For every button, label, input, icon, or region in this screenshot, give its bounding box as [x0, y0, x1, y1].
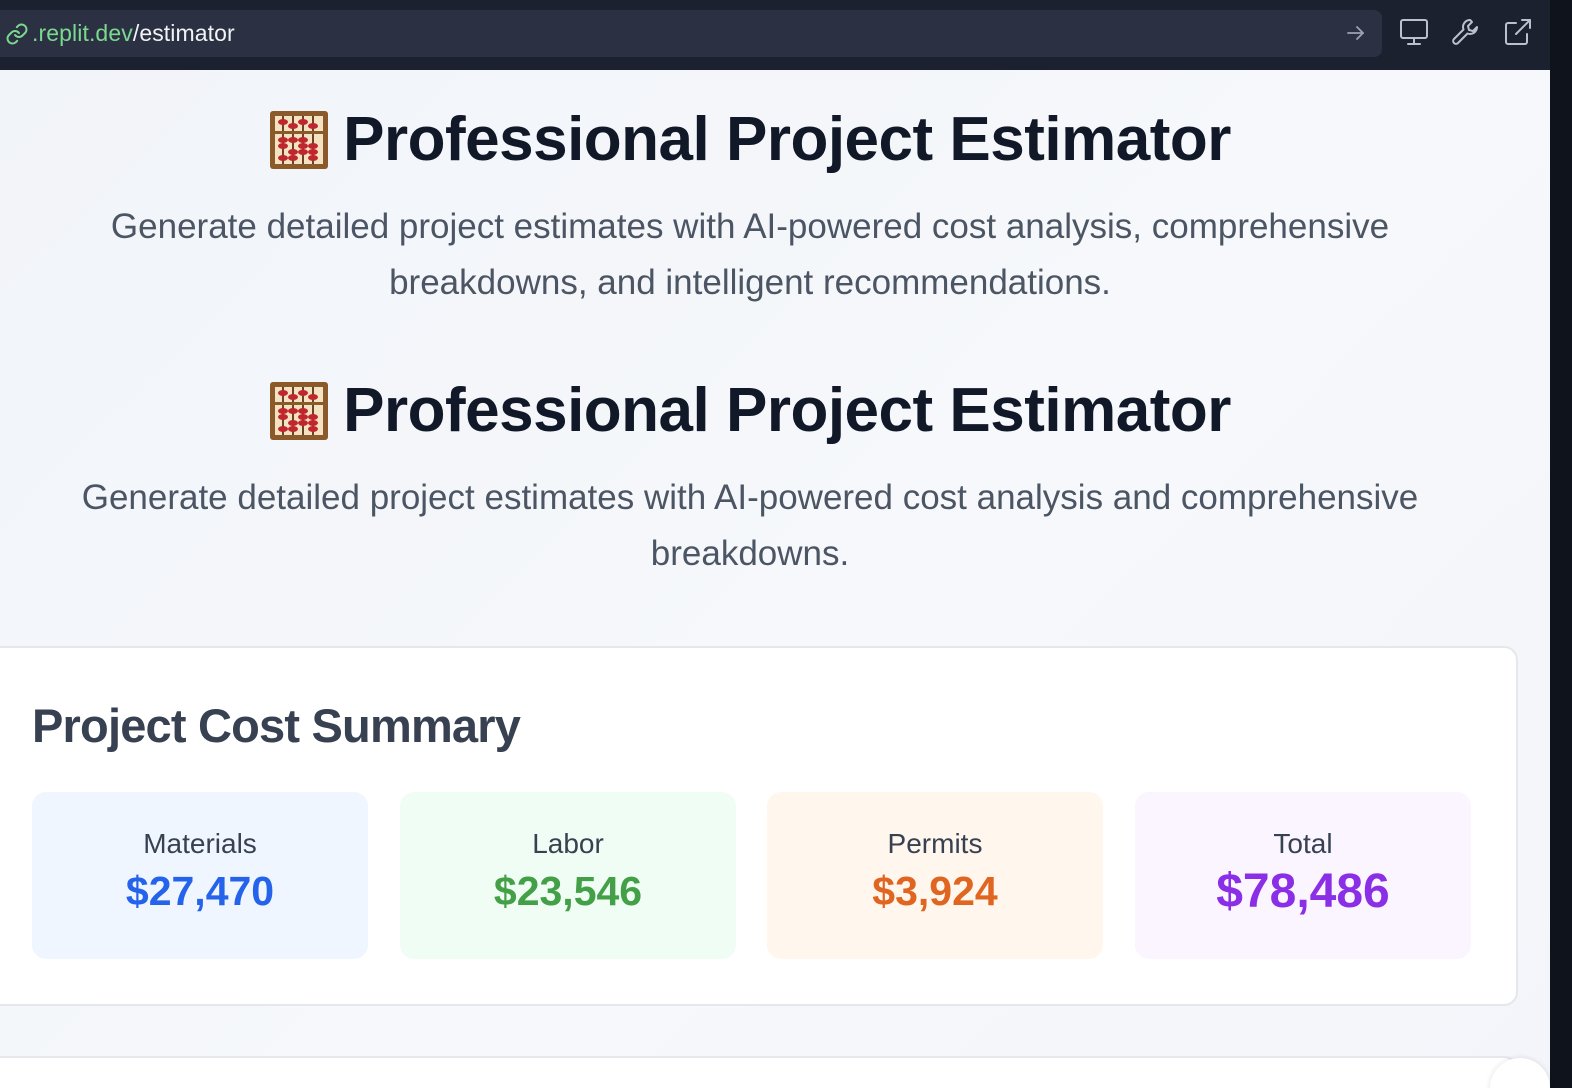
abacus-icon [270, 110, 329, 169]
materials-label: Materials [143, 828, 257, 859]
link-icon [4, 21, 30, 47]
hero-secondary: Professional Project Estimator Generate … [0, 375, 1500, 582]
section-title-text: Professional Project Estimator [343, 376, 1231, 445]
materials-tile: Materials $27,470 [32, 792, 368, 959]
wrench-icon[interactable] [1450, 16, 1482, 48]
estimator-page: Professional Project Estimator Generate … [0, 70, 1550, 1088]
external-link-icon[interactable] [1502, 16, 1534, 48]
hero-primary: Professional Project Estimator Generate … [0, 104, 1500, 311]
arrow-right-icon[interactable] [1344, 21, 1368, 45]
page-title: Professional Project Estimator [0, 104, 1500, 175]
labor-label: Labor [532, 828, 604, 859]
total-label: Total [1273, 828, 1333, 859]
section-title: Professional Project Estimator [0, 375, 1500, 446]
materials-value: $27,470 [125, 868, 275, 914]
labor-value: $23,546 [493, 868, 643, 914]
desktop-icon[interactable] [1398, 16, 1430, 48]
browser-toolbar: .replit.dev/estimator [0, 0, 1550, 70]
cost-summary-title: Project Cost Summary [32, 699, 521, 752]
permits-label: Permits [887, 828, 983, 859]
page-subtitle: Generate detailed project estimates with… [110, 207, 1390, 302]
labor-tile: Labor $23,546 [400, 792, 736, 959]
permits-tile: Permits $3,924 [767, 792, 1103, 959]
url-host: .replit.dev [32, 20, 133, 46]
permits-value: $3,924 [872, 868, 998, 914]
cost-summary-card: Project Cost Summary Materials $27,470 L… [0, 646, 1518, 1006]
page-title-text: Professional Project Estimator [343, 105, 1231, 174]
url-path: /estimator [132, 20, 235, 46]
url-bar[interactable]: .replit.dev/estimator [0, 10, 1382, 57]
total-value: $78,486 [1216, 865, 1390, 918]
url-text[interactable]: .replit.dev/estimator [32, 20, 235, 47]
next-section-card [0, 1056, 1518, 1088]
window-edge [1550, 0, 1572, 1088]
section-subtitle: Generate detailed project estimates with… [81, 478, 1419, 573]
abacus-icon [270, 381, 329, 440]
total-tile: Total $78,486 [1135, 792, 1471, 959]
